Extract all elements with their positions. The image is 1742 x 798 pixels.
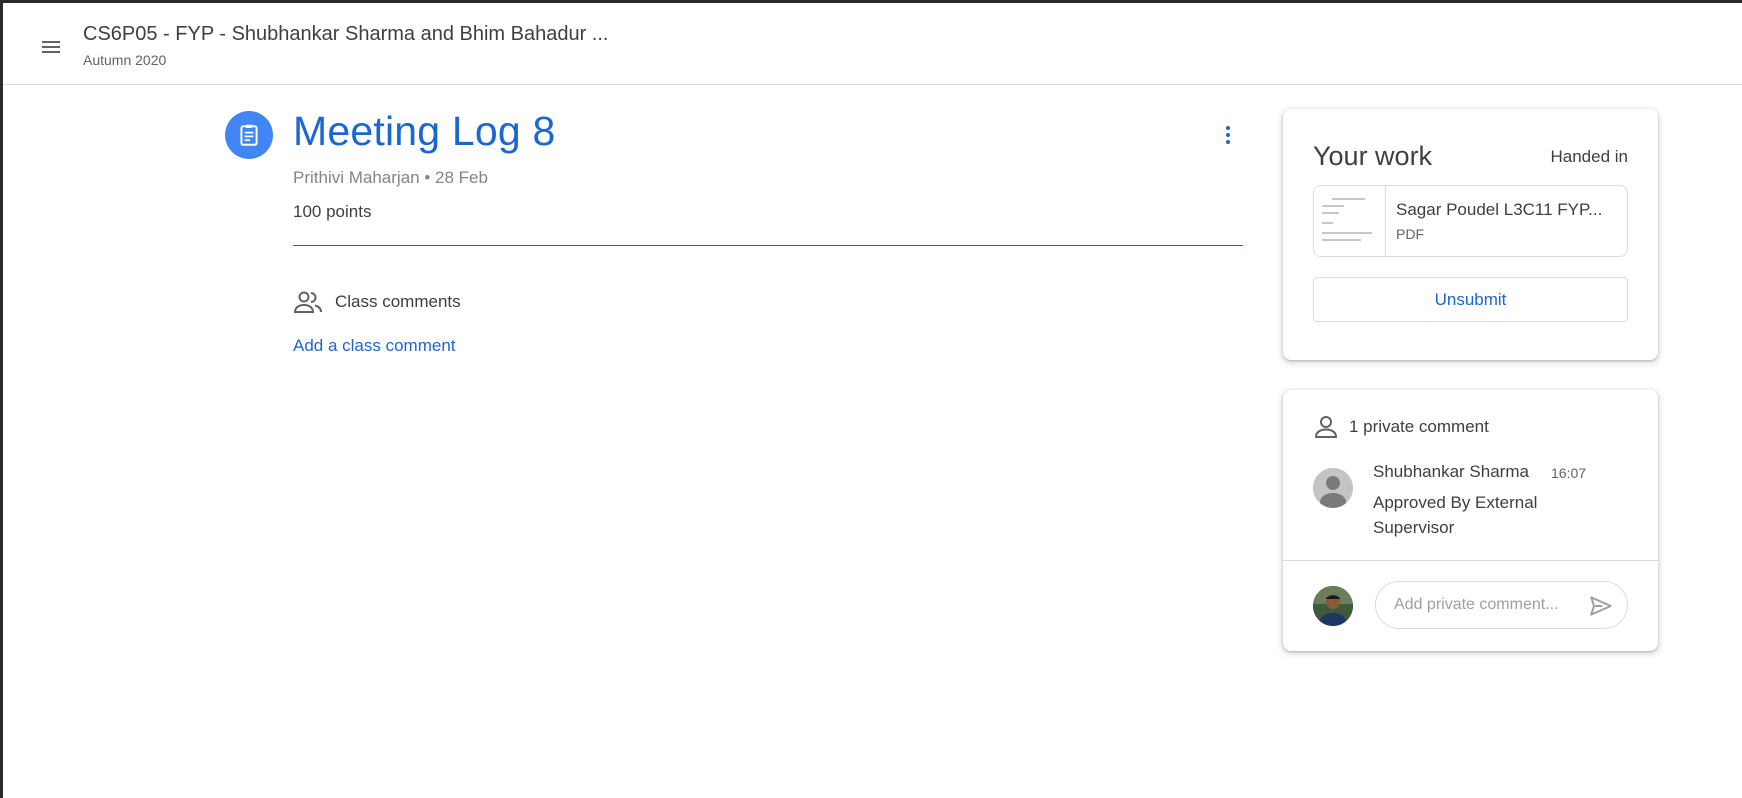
submission-status: Handed in xyxy=(1550,147,1628,166)
private-comments-header: 1 private comment xyxy=(1313,414,1489,440)
main-menu-button[interactable] xyxy=(27,23,75,71)
more-options-button[interactable] xyxy=(1208,115,1248,155)
assignment-clipboard-icon xyxy=(225,111,273,159)
class-title[interactable]: CS6P05 - FYP - Shubhankar Sharma and Bhi… xyxy=(83,23,608,46)
class-subtitle: Autumn 2020 xyxy=(83,52,167,68)
comment-text: Approved By External Supervisor xyxy=(1373,493,1538,537)
send-icon xyxy=(1590,596,1612,616)
commenter-avatar xyxy=(1313,468,1353,508)
top-bar: CS6P05 - FYP - Shubhankar Sharma and Bhi… xyxy=(3,3,1742,85)
comment-author: Shubhankar Sharma xyxy=(1373,462,1529,481)
comment-time: 16:07 xyxy=(1551,465,1587,481)
add-class-comment-link[interactable]: Add a class comment xyxy=(293,336,456,356)
attachment-name: Sagar Poudel L3C11 FYP... xyxy=(1396,200,1603,219)
assignment-title: Meeting Log 8 xyxy=(293,108,556,154)
attachment-type: PDF xyxy=(1396,226,1424,242)
private-comments-card: 1 private comment Shubhankar Sharma 16:0… xyxy=(1283,390,1658,651)
private-comments-count: 1 private comment xyxy=(1349,417,1489,436)
user-avatar xyxy=(1313,586,1353,626)
attachment-thumbnail xyxy=(1314,186,1386,256)
attachment-item[interactable]: Sagar Poudel L3C11 FYP... PDF xyxy=(1313,185,1628,257)
hamburger-menu-icon xyxy=(42,41,60,53)
people-icon xyxy=(293,291,322,313)
assignment-author-date: Prithivi Maharjan • 28 Feb xyxy=(293,168,488,187)
send-comment-button[interactable] xyxy=(1585,590,1617,622)
title-divider xyxy=(293,245,1243,246)
your-work-card: Your work Handed in Sagar Poudel L3C11 F… xyxy=(1283,109,1658,360)
assignment-points: 100 points xyxy=(293,202,372,221)
unsubmit-button[interactable]: Unsubmit xyxy=(1313,277,1628,322)
more-vertical-icon xyxy=(1226,126,1230,144)
class-comments-label: Class comments xyxy=(335,292,461,311)
class-comments-header: Class comments xyxy=(293,289,461,315)
your-work-title: Your work xyxy=(1313,141,1433,171)
person-icon xyxy=(1314,416,1338,438)
private-comment-divider xyxy=(1283,560,1658,561)
